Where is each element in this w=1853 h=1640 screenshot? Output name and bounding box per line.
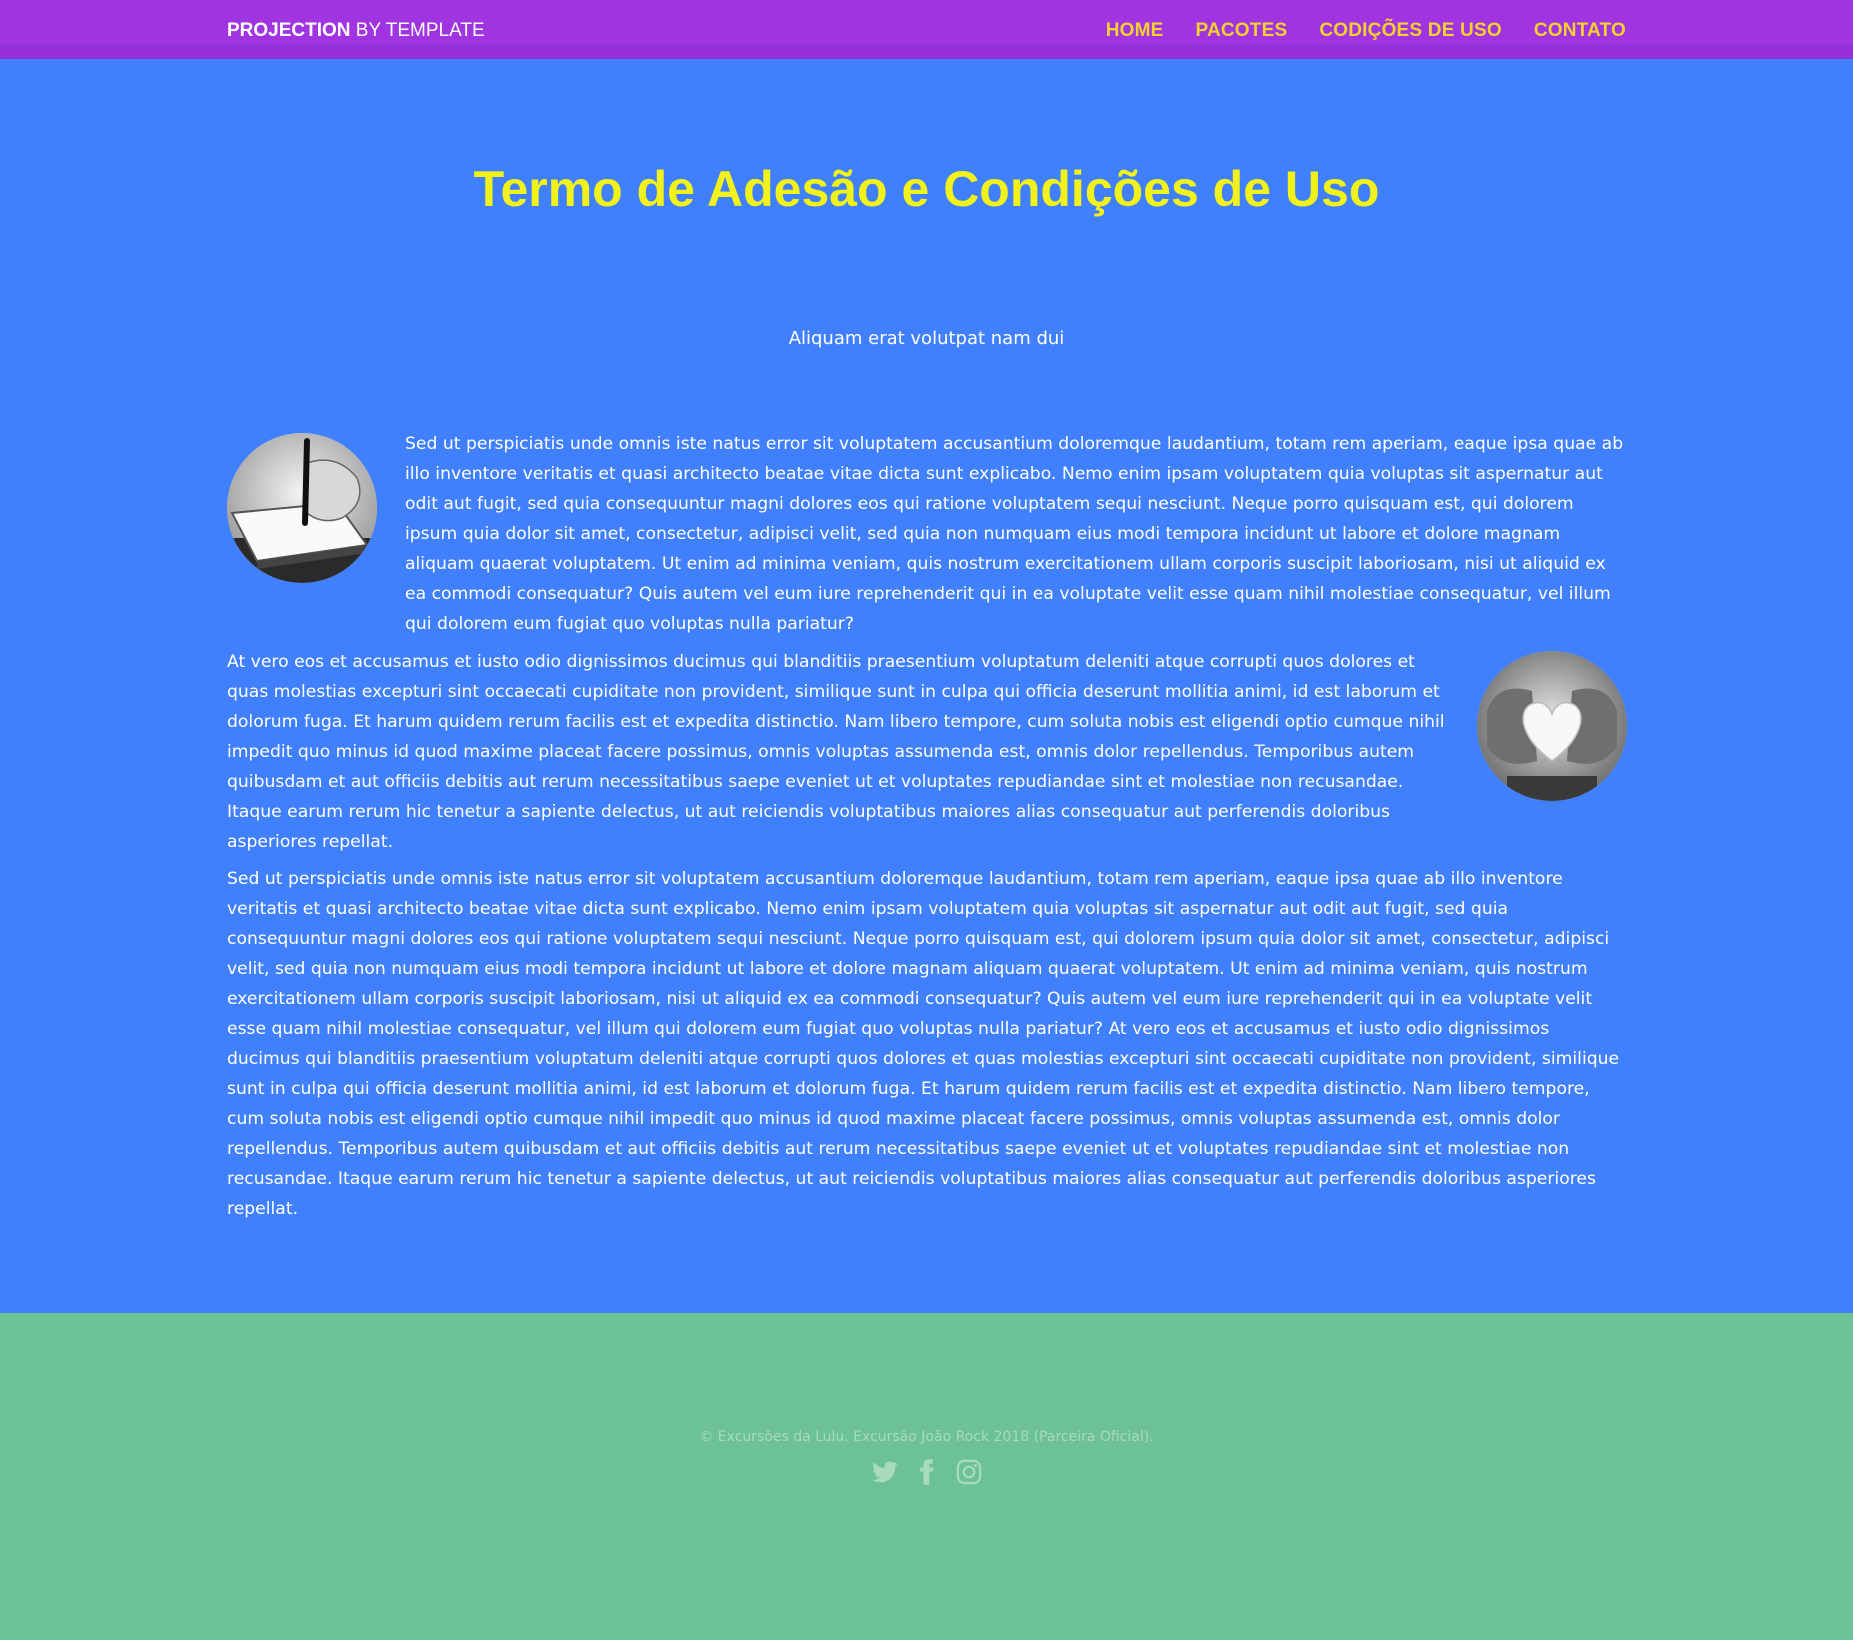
site-footer: © Excursões da Lulu. Excursão João Rock …	[0, 1313, 1853, 1640]
paragraph-2: At vero eos et accusamus et iusto odio d…	[227, 652, 1445, 852]
social-links	[0, 1458, 1853, 1486]
nav-home[interactable]: HOME	[1106, 20, 1164, 42]
nav-condicoes-de-uso[interactable]: CODIÇÕES DE USO	[1319, 20, 1501, 42]
twitter-icon[interactable]	[871, 1458, 899, 1486]
page-title: Termo de Adesão e Condições de Uso	[473, 161, 1380, 217]
nav-pacotes[interactable]: PACOTES	[1196, 20, 1288, 42]
site-header: PROJECTION BY TEMPLATE HOME PACOTES CODI…	[0, 0, 1853, 59]
facebook-icon[interactable]	[913, 1458, 941, 1486]
logo-rest: BY TEMPLATE	[350, 20, 485, 41]
copyright-text: © Excursões da Lulu. Excursão João Rock …	[699, 1429, 1154, 1445]
paragraph-3: Sed ut perspiciatis unde omnis iste natu…	[227, 869, 1620, 1219]
logo-strong: PROJECTION	[227, 20, 351, 41]
nav-contato[interactable]: CONTATO	[1534, 20, 1626, 42]
heart-hands-image	[1477, 651, 1627, 801]
instagram-icon[interactable]	[955, 1458, 983, 1486]
main-nav: HOME PACOTES CODIÇÕES DE USO CONTATO	[1106, 20, 1626, 42]
writing-hand-image	[227, 433, 377, 583]
site-logo[interactable]: PROJECTION BY TEMPLATE	[227, 20, 485, 42]
page-subtitle: Aliquam erat volutpat nam dui	[788, 328, 1065, 349]
paragraph-1: Sed ut perspiciatis unde omnis iste natu…	[405, 434, 1624, 634]
